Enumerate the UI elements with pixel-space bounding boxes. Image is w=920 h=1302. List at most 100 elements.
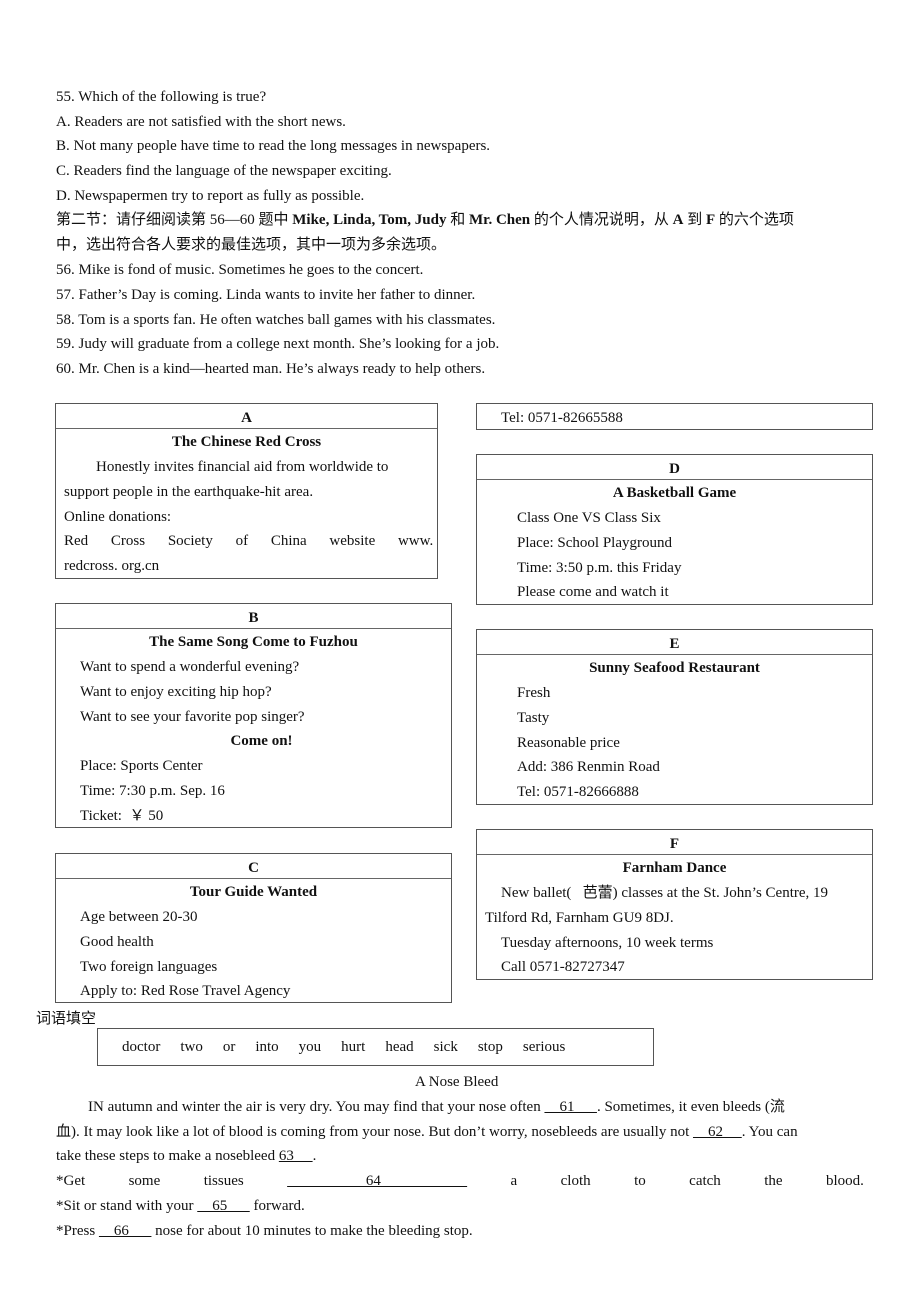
step-word: the [764,1173,783,1189]
ad-letter: B [56,604,451,629]
ad-subtitle: Come on! [230,733,293,750]
ad-a: A The Chinese Red Cross Honestly invites… [55,403,438,579]
step-word: cloth [560,1173,591,1189]
blank-63[interactable]: 63 [279,1148,313,1164]
ad-e: E Sunny Seafood Restaurant Fresh Tasty R… [476,629,873,805]
ad-detail: Place: Sports Center [80,758,203,775]
blank-64[interactable]: 64 [287,1172,467,1190]
passage-text: *Press [56,1223,99,1239]
word-bank-item: or [222,1038,236,1055]
instr-letter: A [672,212,684,228]
passage-text: *Sit or stand with your [56,1198,198,1214]
blank-65[interactable]: 65 [197,1198,250,1214]
item-60: 60. Mr. Chen is a kind—hearted man. He’s… [56,361,486,377]
ad-detail: Ticket: ￥ 50 [80,807,164,824]
passage-line-2: 血). It may look like a lot of blood is c… [56,1123,798,1141]
ad-title: The Same Song Come to Fuzhou [149,634,358,650]
ad-line: Two foreign languages [80,958,218,975]
option-d: D. Newspapermen try to report as fully a… [56,188,365,204]
passage-text: . [312,1148,317,1164]
step-word: catch [689,1173,721,1189]
ad-letter: A [56,404,437,429]
passage-text: . Sometimes, it even bleeds (流 [596,1099,785,1115]
cloze-heading: 词语填空 [36,1011,97,1027]
ad-line: Time: 3:50 p.m. this Friday [517,559,682,576]
passage-line-1: IN autumn and winter the air is very dry… [88,1098,785,1116]
ad-line: Tilford Rd, Farnham GU9 8DJ. [485,909,674,926]
ad-c: C Tour Guide Wanted Age between 20-30 Go… [55,853,452,1003]
ad-line: Add: 386 Renmin Road [517,759,660,776]
section2-instruction-line2: 中，选出符合各人要求的最佳选项，其中一项为多余选项。 [56,237,447,253]
passage-text: forward. [249,1198,305,1214]
passage-text: IN autumn and winter the air is very dry… [88,1099,545,1115]
ad-line: Tel: 0571-82666888 [517,784,639,801]
ad-letter: E [477,630,872,655]
word-bank: doctor two or into you hurt head sick st… [97,1028,654,1066]
ad-line: Online donations: [64,508,172,525]
step-2: *Sit or stand with your 65 forward. [56,1197,305,1215]
ad-title: Sunny Seafood Restaurant [589,660,760,676]
passage-title: A Nose Bleed [415,1074,499,1090]
step-1: *Get some tissues 64 a cloth to catch th… [56,1172,864,1190]
option-b: B. Not many people have time to read the… [56,138,491,154]
passage-text: nose for about 10 minutes to make the bl… [151,1223,473,1239]
instr-part: 和 [446,212,469,228]
item-56: 56. Mike is fond of music. Sometimes he … [56,262,424,278]
word-bank-item: you [298,1038,322,1055]
instr-name: Mr. Chen [469,212,531,228]
word-bank-item: serious [522,1038,566,1055]
step-word: to [634,1173,646,1189]
word-bank-item: into [255,1038,279,1055]
ad-title: Farnham Dance [622,860,727,876]
ad-line: Honestly invites financial aid from worl… [96,459,389,475]
ad-line: Red Cross Society of China website www. [64,533,434,550]
step-word: tissues [203,1173,244,1189]
step-word: blood. [825,1173,864,1189]
item-57: 57. Father’s Day is coming. Linda wants … [56,287,476,303]
passage-text: . You can [741,1124,798,1140]
blank-66[interactable]: 66 [99,1223,152,1239]
blank-61[interactable]: 61 [544,1099,597,1115]
instr-part: 的六个选项 [715,212,794,228]
ad-line: Please come and watch it [517,584,669,601]
instr-names: Mike, Linda, Tom, Judy [292,212,447,228]
instr-letter: F [706,212,716,228]
ad-line: Class One VS Class Six [517,510,661,526]
ad-line: Good health [80,933,154,950]
word-bank-item: two [180,1038,203,1055]
ad-line: New ballet( 芭蕾) classes at the St. John’… [501,885,829,901]
ad-line: Apply to: Red Rose Travel Agency [80,983,291,1000]
ad-line: support people in the earthquake-hit are… [64,483,314,500]
passage-text: take these steps to make a nosebleed [56,1148,279,1164]
ad-letter: F [477,830,872,855]
ad-b: B The Same Song Come to Fuzhou Want to s… [55,603,452,828]
ad-line: Want to spend a wonderful evening? [80,659,300,675]
section2-instruction: 第二节：请仔细阅读第 56—60 题中 Mike, Linda, Tom, Ju… [56,211,794,229]
step-word: *Get [56,1173,86,1189]
ad-line: Fresh [517,685,551,701]
ad-line: Want to see your favorite pop singer? [80,708,305,725]
ad-line: Age between 20-30 [80,909,198,925]
ad-line: Reasonable price [517,734,620,751]
ad-a-continued: Tel: 0571-82665588 [476,403,873,430]
word-bank-item: doctor [122,1038,161,1055]
word-bank-item: hurt [341,1038,366,1055]
ad-line: Place: School Playground [517,534,672,551]
instr-part: 第二节：请仔细阅读第 56—60 题中 [56,212,293,228]
item-58: 58. Tom is a sports fan. He often watche… [56,312,496,328]
blank-62[interactable]: 62 [693,1124,742,1140]
word-bank-item: stop [477,1038,503,1055]
word-bank-item: sick [433,1038,458,1055]
item-59: 59. Judy will graduate from a college ne… [56,336,500,352]
ad-tel: Tel: 0571-82665588 [501,410,623,426]
option-c: C. Readers find the language of the news… [56,163,392,179]
ad-title: The Chinese Red Cross [171,434,322,450]
passage-line-3: take these steps to make a nosebleed 63 … [56,1147,316,1165]
ad-line: Call 0571-82727347 [501,959,625,976]
passage-text: 血). It may look like a lot of blood is c… [56,1124,693,1140]
option-a: A. Readers are not satisfied with the sh… [56,114,346,130]
ad-f: F Farnham Dance New ballet( 芭蕾) classes … [476,829,873,980]
ad-line: Want to enjoy exciting hip hop? [80,683,272,700]
ad-letter: D [477,455,872,480]
ad-line: redcross. org.cn [64,558,160,575]
